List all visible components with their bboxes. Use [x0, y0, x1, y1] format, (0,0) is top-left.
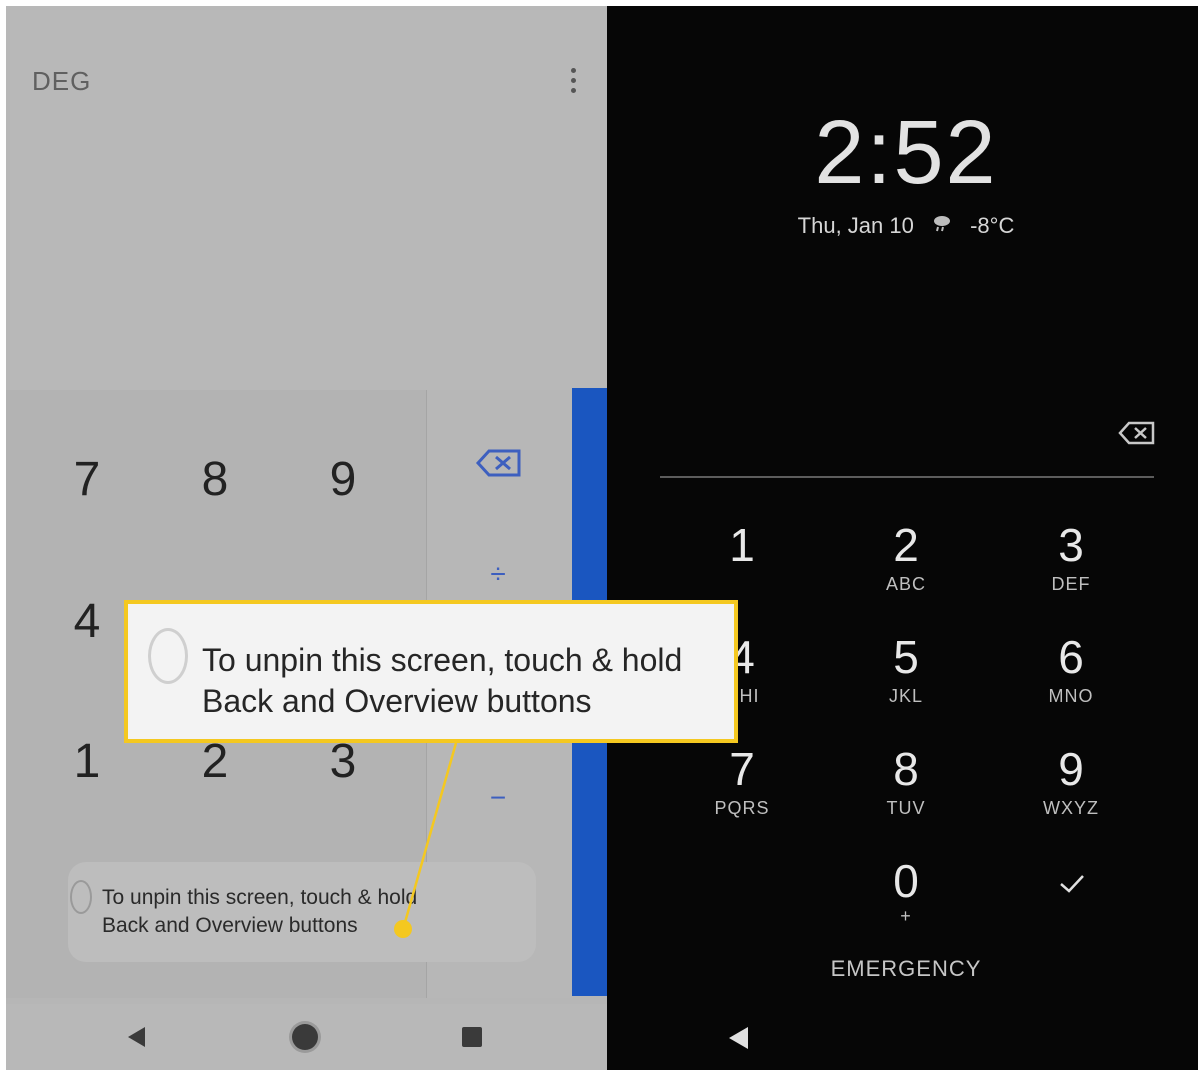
key-1[interactable]: 1: [47, 734, 127, 789]
pin-key-3-letters: DEF: [1051, 574, 1091, 594]
minus-key[interactable]: −: [468, 782, 528, 814]
date-weather: Thu, Jan 10 -8°C: [607, 213, 1198, 239]
pin-key-6-digit: 6: [1058, 631, 1084, 683]
lock-back-icon[interactable]: [729, 1027, 748, 1049]
pin-key-8-digit: 8: [893, 743, 919, 795]
unpin-toast-line2: Back and Overview buttons: [102, 914, 358, 937]
cloud-rain-icon: [932, 213, 952, 239]
callout-line1: To unpin this screen, touch & hold: [202, 642, 683, 678]
key-8[interactable]: 8: [175, 452, 255, 507]
pin-entry-field[interactable]: [660, 476, 1154, 478]
pin-key-9-letters: WXYZ: [1043, 798, 1099, 818]
pin-key-0-letters: +: [900, 906, 912, 926]
key-4[interactable]: 4: [47, 594, 127, 649]
home-icon[interactable]: [292, 1024, 318, 1050]
unpin-callout: To unpin this screen, touch & hold Back …: [124, 600, 738, 743]
pin-key-5-digit: 5: [893, 631, 919, 683]
divide-key[interactable]: ÷: [468, 558, 528, 590]
backspace-icon[interactable]: [475, 447, 523, 479]
clock-time: 2:52: [814, 103, 998, 203]
pin-key-9-digit: 9: [1058, 743, 1084, 795]
pin-icon: [70, 880, 92, 914]
overview-icon[interactable]: [462, 1027, 482, 1047]
unpin-toast-line1: To unpin this screen, touch & hold: [102, 886, 418, 909]
callout-text: To unpin this screen, touch & hold Back …: [202, 640, 682, 722]
pin-key-3[interactable]: 3 DEF: [1011, 520, 1131, 595]
pin-key-7-letters: PQRS: [714, 798, 770, 818]
calculator-display: DEG: [6, 6, 607, 396]
callout-pin-icon: [148, 628, 188, 684]
back-icon[interactable]: [128, 1027, 145, 1047]
emergency-button[interactable]: EMERGENCY: [606, 956, 1198, 982]
degree-mode-toggle[interactable]: DEG: [32, 66, 91, 97]
pin-key-5-letters: JKL: [888, 686, 924, 706]
pin-key-7-digit: 7: [729, 743, 755, 795]
pin-key-9[interactable]: 9 WXYZ: [1011, 744, 1131, 819]
pin-key-0-digit: 0: [893, 855, 919, 907]
pin-key-1[interactable]: 1: [682, 520, 802, 570]
pin-key-2[interactable]: 2 ABC: [846, 520, 966, 595]
pin-key-1-digit: 1: [729, 519, 755, 571]
temperature-text: -8°C: [970, 213, 1015, 238]
pin-key-0[interactable]: 0 +: [846, 856, 966, 927]
unpin-toast-text: To unpin this screen, touch & hold Back …: [102, 884, 417, 940]
pin-key-6[interactable]: 6 MNO: [1011, 632, 1131, 707]
check-icon[interactable]: [1057, 868, 1087, 898]
pin-backspace-icon[interactable]: [1118, 420, 1156, 446]
callout-line2: Back and Overview buttons: [202, 683, 592, 719]
pin-key-2-digit: 2: [893, 519, 919, 571]
pin-key-3-digit: 3: [1058, 519, 1084, 571]
pin-key-7[interactable]: 7 PQRS: [682, 744, 802, 819]
pin-key-8-letters: TUV: [886, 798, 926, 818]
date-text: Thu, Jan 10: [797, 213, 914, 238]
key-9[interactable]: 9: [303, 452, 383, 507]
more-vert-icon[interactable]: [566, 68, 580, 100]
key-7[interactable]: 7: [47, 452, 127, 507]
pin-key-8[interactable]: 8 TUV: [846, 744, 966, 819]
pin-key-2-letters: ABC: [885, 574, 926, 594]
pin-key-6-letters: MNO: [1048, 686, 1094, 706]
pin-key-5[interactable]: 5 JKL: [846, 632, 966, 707]
